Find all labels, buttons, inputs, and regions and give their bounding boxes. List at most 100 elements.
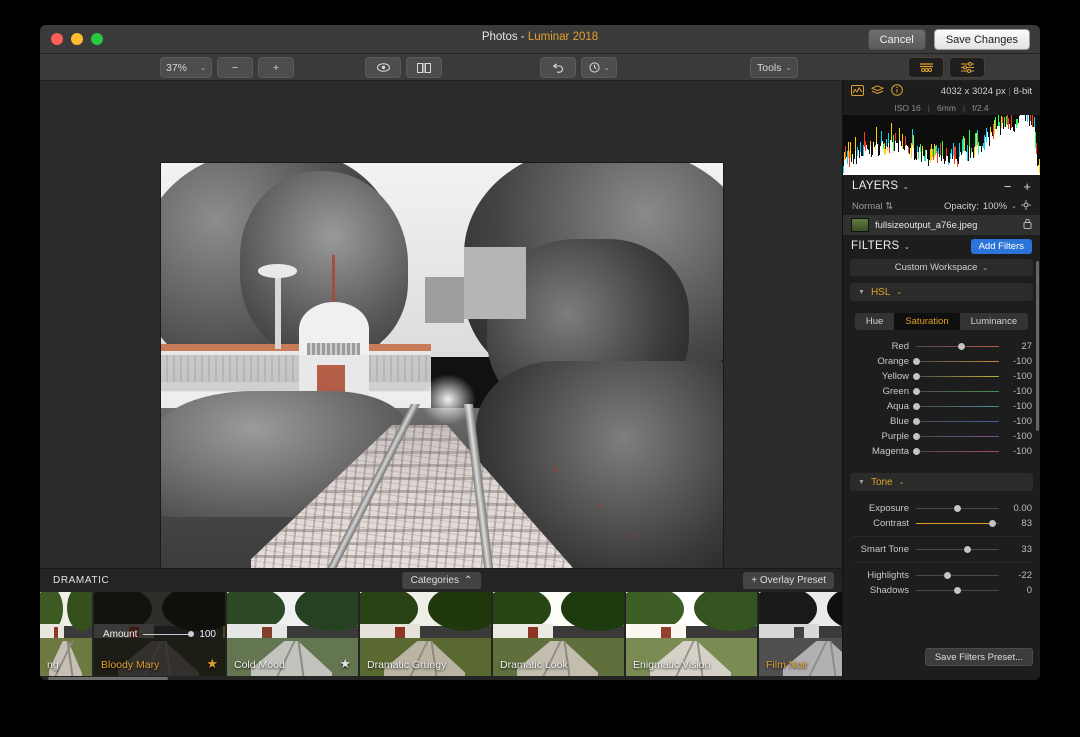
hsl-tabs[interactable]: Hue Saturation Luminance <box>843 313 1040 330</box>
tone-section-header[interactable]: ▼ Tone ⌄ <box>850 473 1033 491</box>
hsl-sliders[interactable]: Red 27 Orange -100 Yellow -100 Green -100 Aqua -1… <box>843 339 1040 459</box>
hsl-slider-orange-row[interactable]: Orange -100 <box>843 354 1040 369</box>
hsl-slider-purple-track[interactable] <box>912 432 999 440</box>
overlay-preset-button[interactable]: + Overlay Preset <box>743 572 834 589</box>
save-filters-preset-button[interactable]: Save Filters Preset... <box>924 648 1033 666</box>
hsl-slider-blue-track[interactable] <box>912 417 999 425</box>
tone-slider-highlights-row[interactable]: Highlights -22 <box>843 568 1040 583</box>
info-circle-icon[interactable] <box>891 84 903 98</box>
hsl-slider-green-knob[interactable] <box>912 387 920 395</box>
layer-item[interactable]: fullsizeoutput_a76e.jpeg <box>843 215 1040 235</box>
filters-scroll-area[interactable]: Custom Workspace ⌄ ▼ HSL ⌄ Hue Saturation… <box>843 257 1040 672</box>
workspace-dropdown[interactable]: Custom Workspace ⌄ <box>850 259 1033 276</box>
tone-slider-exposure-track[interactable] <box>916 504 999 512</box>
cancel-button[interactable]: Cancel <box>867 29 926 50</box>
split-compare-icon[interactable] <box>406 57 442 78</box>
hsl-slider-red-row[interactable]: Red 27 <box>843 339 1040 354</box>
tone-sliders[interactable]: Exposure 0.00 Contrast 83 Smart Tone 33 Highli… <box>843 501 1040 598</box>
hsl-slider-orange-knob[interactable] <box>912 357 920 365</box>
remove-layer-button[interactable]: − <box>1004 180 1012 193</box>
hsl-tab-luminance[interactable]: Luminance <box>960 313 1028 330</box>
preset-thumbnail[interactable]: Film Noir <box>759 592 843 676</box>
hsl-tab-saturation[interactable]: Saturation <box>894 313 960 330</box>
layers-stack-icon[interactable] <box>870 84 885 98</box>
hsl-slider-orange-track[interactable] <box>912 357 999 365</box>
hsl-slider-yellow-row[interactable]: Yellow -100 <box>843 369 1040 384</box>
chevron-down-icon[interactable]: ⌄ <box>896 288 902 296</box>
hsl-slider-magenta-knob[interactable] <box>912 447 920 455</box>
hsl-section-header[interactable]: ▼ HSL ⌄ <box>850 283 1033 301</box>
eye-icon[interactable] <box>365 57 401 78</box>
hsl-slider-blue-knob[interactable] <box>912 417 920 425</box>
preset-thumbnails[interactable]: ng Amount 100 Bloody Mary ★ Cold Mood ★ Dramati… <box>40 592 843 676</box>
categories-button[interactable]: Categories ⌃ <box>401 572 482 589</box>
tone-slider-highlights-track[interactable] <box>916 571 999 579</box>
hsl-slider-magenta-row[interactable]: Magenta -100 <box>843 444 1040 459</box>
tone-slider-exposure-knob[interactable] <box>954 504 961 512</box>
histogram-display[interactable] <box>843 115 1040 175</box>
preset-thumbnail[interactable]: Enigmatic Vision <box>626 592 757 676</box>
hsl-slider-magenta-track[interactable] <box>912 447 999 455</box>
hsl-slider-blue-row[interactable]: Blue -100 <box>843 414 1040 429</box>
zoom-level-dropdown[interactable]: 37% ⌄ <box>160 57 212 78</box>
hsl-slider-purple-row[interactable]: Purple -100 <box>843 429 1040 444</box>
presets-filmstrip-icon[interactable] <box>908 57 944 78</box>
edited-photo[interactable] <box>161 163 723 585</box>
preset-amount-track[interactable] <box>143 631 195 638</box>
tone-slider-contrast-knob[interactable] <box>988 519 996 527</box>
preset-thumbnail[interactable]: Amount 100 Bloody Mary ★ <box>94 592 225 676</box>
tone-slider-shadows-track[interactable] <box>916 586 999 594</box>
filters-scrollbar[interactable] <box>1036 261 1039 431</box>
clock-history-icon[interactable]: ⌄ <box>581 57 617 78</box>
hsl-slider-aqua-row[interactable]: Aqua -100 <box>843 399 1040 414</box>
disclosure-triangle-icon[interactable]: ▼ <box>858 289 865 296</box>
hsl-slider-red-track[interactable] <box>916 342 999 350</box>
preset-thumbnail[interactable]: Dramatic Look <box>493 592 624 676</box>
chevron-down-icon[interactable]: ⌄ <box>902 182 909 191</box>
tone-slider-smart-tone-row[interactable]: Smart Tone 33 <box>843 542 1040 557</box>
hsl-slider-yellow-track[interactable] <box>912 372 999 380</box>
right-panel: 4032 x 3024 px | 8-bit ISO 16 | 6mm | f/… <box>842 81 1040 680</box>
tone-slider-smart-tone-knob[interactable] <box>963 545 971 553</box>
preset-thumbnail[interactable]: Cold Mood ★ <box>227 592 358 676</box>
tone-slider-shadows-knob[interactable] <box>954 586 961 594</box>
add-filters-button[interactable]: Add Filters <box>970 238 1032 254</box>
hsl-slider-aqua-knob[interactable] <box>912 402 920 410</box>
preset-thumbnail[interactable]: Dramatic Grungy <box>360 592 491 676</box>
tone-slider-contrast-track[interactable] <box>916 519 999 527</box>
preset-amount-knob[interactable] <box>188 631 195 638</box>
tone-slider-highlights-knob[interactable] <box>944 571 952 579</box>
preset-favorite-star[interactable]: ★ <box>206 656 218 672</box>
tone-slider-smart-tone-track[interactable] <box>916 545 999 553</box>
hsl-slider-aqua-track[interactable] <box>912 402 999 410</box>
preset-amount-slider[interactable]: Amount 100 <box>94 629 225 640</box>
save-changes-button[interactable]: Save Changes <box>933 29 1030 50</box>
chevron-down-icon[interactable]: ⌄ <box>904 242 911 251</box>
tone-slider-exposure-row[interactable]: Exposure 0.00 <box>843 501 1040 516</box>
hsl-slider-red-knob[interactable] <box>958 342 966 350</box>
image-canvas[interactable]: DRAMATIC Categories ⌃ + Overlay Preset n… <box>40 81 843 680</box>
hsl-slider-green-track[interactable] <box>912 387 999 395</box>
gear-icon[interactable] <box>1021 199 1031 213</box>
preset-thumbnail[interactable]: ng <box>40 592 92 676</box>
presets-scrollbar[interactable] <box>48 677 168 680</box>
tools-button[interactable]: Tools ⌄ <box>750 57 799 78</box>
zoom-out-button[interactable]: − <box>217 57 253 78</box>
hsl-slider-green-row[interactable]: Green -100 <box>843 384 1040 399</box>
disclosure-triangle-icon[interactable]: ▼ <box>858 479 865 486</box>
undo-arrow-icon[interactable] <box>540 57 576 78</box>
preset-favorite-star[interactable]: ★ <box>339 656 351 672</box>
sliders-icon[interactable] <box>949 57 985 78</box>
hsl-slider-yellow-knob[interactable] <box>912 372 920 380</box>
hsl-tab-hue[interactable]: Hue <box>855 313 894 330</box>
add-layer-button[interactable]: + <box>1023 180 1031 193</box>
histogram-icon[interactable] <box>851 84 864 98</box>
tone-slider-shadows-row[interactable]: Shadows 0 <box>843 583 1040 598</box>
tone-slider-contrast-row[interactable]: Contrast 83 <box>843 516 1040 531</box>
blend-mode-dropdown[interactable]: Normal ⇅ <box>852 201 893 212</box>
zoom-in-button[interactable]: + <box>258 57 294 78</box>
chevron-down-icon[interactable]: ⌄ <box>899 478 905 486</box>
lock-icon[interactable] <box>1023 218 1032 232</box>
hsl-slider-purple-knob[interactable] <box>912 432 920 440</box>
opacity-control[interactable]: Opacity: 100% ⌄ <box>944 199 1031 213</box>
